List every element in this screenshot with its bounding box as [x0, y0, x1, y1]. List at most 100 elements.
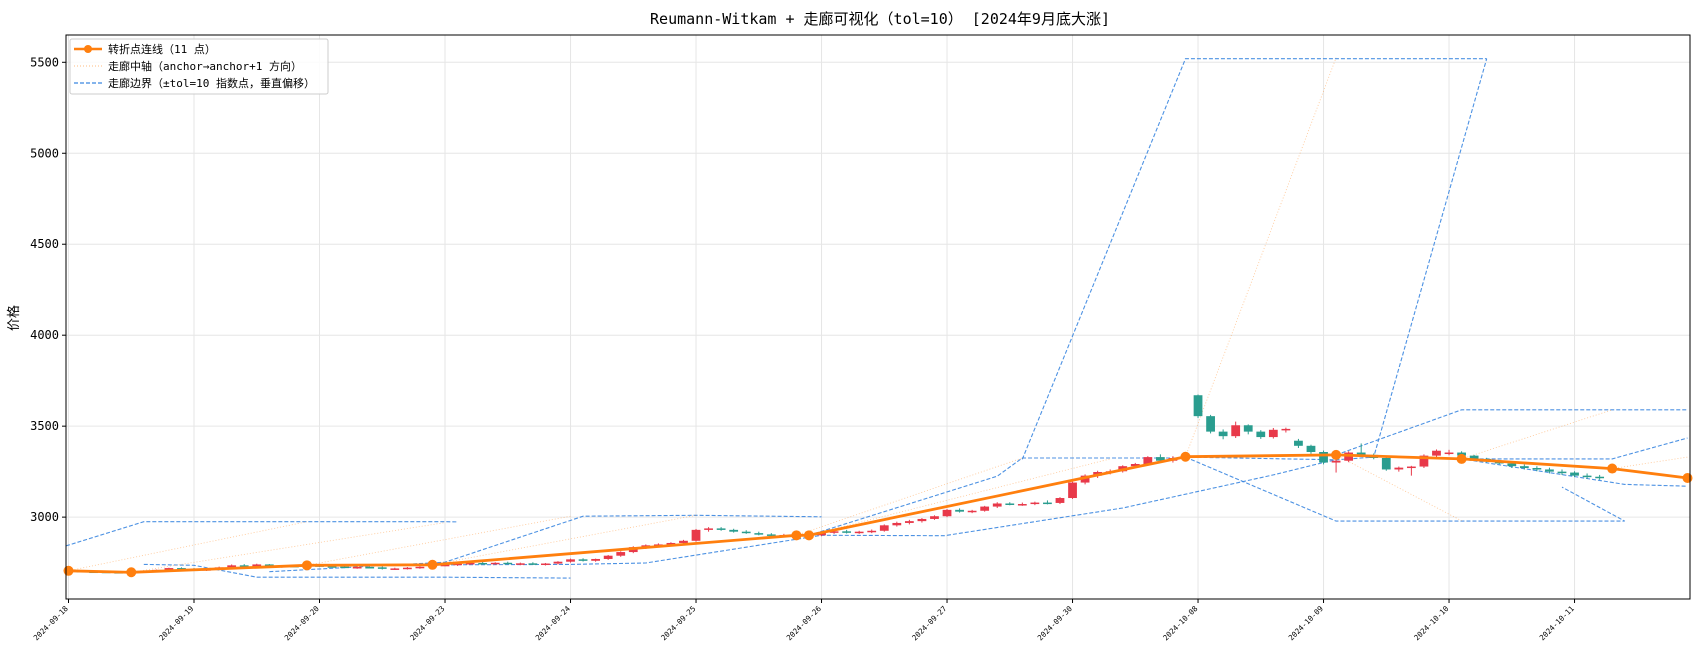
candle-body	[415, 566, 425, 569]
corridor-upper-boundary	[65, 521, 458, 547]
candle-body	[1306, 445, 1316, 452]
corridor-axis-line	[1461, 409, 1613, 460]
turning-point-marker	[427, 559, 438, 570]
candle-body	[1256, 431, 1266, 438]
y-axis-ticks: 3000 3500 4000 4500 5000 5500	[30, 55, 66, 524]
candle-body	[1030, 502, 1040, 505]
reumann-witkam-chart: Reumann-Witkam + 走廊可视化（tol=10） [2024年9月底…	[6, 10, 1693, 642]
candle-body	[1507, 463, 1517, 467]
candle-body	[1005, 503, 1015, 505]
candle-body	[1595, 476, 1605, 479]
candle-body	[365, 566, 375, 569]
corridor-axis-line	[1612, 456, 1688, 469]
turning-point-marker	[126, 567, 137, 578]
candle-body	[1193, 395, 1203, 417]
plot-frame	[65, 34, 1691, 600]
candle-body	[528, 563, 538, 565]
corridor-lower-boundary	[1185, 58, 1488, 461]
x-tick-label: 2024-09-27	[910, 604, 948, 642]
candle-body	[1406, 466, 1416, 469]
candle-body	[716, 528, 726, 530]
candle-body	[842, 531, 852, 533]
y-tick-label: 3000	[30, 510, 59, 524]
legend-label-polyline: 转折点连线（11 点）	[108, 42, 216, 56]
corridor-axis-line	[808, 458, 1111, 536]
corridor-lower-boundary	[1185, 456, 1625, 522]
candle-body	[553, 561, 563, 564]
legend: 转折点连线（11 点） 走廊中轴（anchor→anchor+1 方向） 走廊边…	[69, 38, 329, 95]
y-tick-label: 3500	[30, 419, 59, 433]
candle-body	[1268, 429, 1278, 438]
candle-body	[904, 521, 914, 523]
grid-lines	[66, 35, 1690, 599]
candle-body	[917, 518, 927, 522]
y-tick-label: 4000	[30, 328, 59, 342]
turning-point-marker	[1331, 449, 1342, 460]
candle-body	[1519, 466, 1529, 469]
candle-body	[704, 528, 713, 530]
corridor-axis-line	[1185, 57, 1337, 457]
candle-body	[1017, 504, 1027, 506]
candle-body	[566, 559, 575, 562]
x-tick-label: 2024-09-26	[785, 604, 824, 643]
candle-body	[1218, 431, 1228, 437]
legend-label-band: 走廊边界（±tol=10 指数点，垂直偏移）	[108, 76, 315, 90]
candle-body	[1043, 502, 1052, 505]
turning-point-marker	[1180, 451, 1191, 462]
candle-body	[1281, 428, 1291, 431]
candle-body	[992, 503, 1002, 507]
x-tick-label: 2024-10-09	[1287, 604, 1325, 642]
candle-body	[1206, 416, 1215, 432]
candle-body	[942, 509, 952, 517]
turning-point-marker	[301, 560, 312, 571]
candle-body	[867, 530, 877, 533]
turning-point-marker	[803, 530, 814, 541]
candle-body	[1582, 475, 1592, 478]
candle-body	[503, 562, 513, 565]
turning-point-marker	[791, 530, 802, 541]
corridor-axes	[68, 57, 1688, 573]
candle-body	[603, 555, 613, 559]
candle-body	[679, 540, 688, 543]
candle-body	[578, 559, 588, 561]
candle-body	[930, 516, 939, 519]
candle-body	[340, 566, 350, 569]
candle-body	[892, 522, 902, 526]
corridor-lower-boundary	[946, 459, 1337, 536]
candle-body	[1570, 472, 1579, 476]
candle-body	[377, 567, 387, 569]
candle-body	[1294, 440, 1303, 446]
candle-body	[1331, 460, 1341, 463]
candle-body	[402, 567, 412, 570]
candle-body	[1068, 482, 1077, 499]
y-tick-label: 4500	[30, 237, 59, 251]
candle-body	[1231, 425, 1241, 437]
candle-body	[955, 509, 964, 512]
x-tick-label: 2024-09-20	[283, 604, 322, 643]
turning-point-marker	[1607, 463, 1618, 474]
candle-body	[854, 531, 864, 534]
candle-body	[1381, 458, 1391, 470]
turning-point-marker	[63, 565, 74, 576]
y-tick-label: 5000	[30, 146, 59, 160]
candle-body	[478, 562, 488, 565]
x-tick-label: 2024-10-10	[1412, 604, 1451, 643]
candle-body	[515, 563, 525, 565]
candle-body	[541, 563, 550, 566]
candle-body	[729, 529, 739, 532]
turning-point-marker	[1456, 453, 1467, 464]
candle-body	[1319, 451, 1328, 463]
candle-body	[1394, 467, 1404, 470]
chart-title: Reumann-Witkam + 走廊可视化（tol=10） [2024年9月底…	[650, 10, 1110, 28]
legend-label-axis: 走廊中轴（anchor→anchor+1 方向）	[108, 59, 302, 73]
legend-swatch-marker	[84, 45, 92, 53]
x-tick-label: 2024-09-30	[1036, 604, 1075, 643]
candle-body	[591, 558, 601, 561]
candle-body	[967, 510, 977, 513]
corridor-bands	[65, 58, 1688, 579]
x-axis-ticks: 2024-09-18 2024-09-19 2024-09-20 2024-09-23…	[32, 599, 1576, 642]
candle-body	[691, 529, 701, 541]
candle-body	[1545, 469, 1554, 472]
candle-body	[1243, 425, 1253, 432]
candle-body	[390, 568, 400, 570]
